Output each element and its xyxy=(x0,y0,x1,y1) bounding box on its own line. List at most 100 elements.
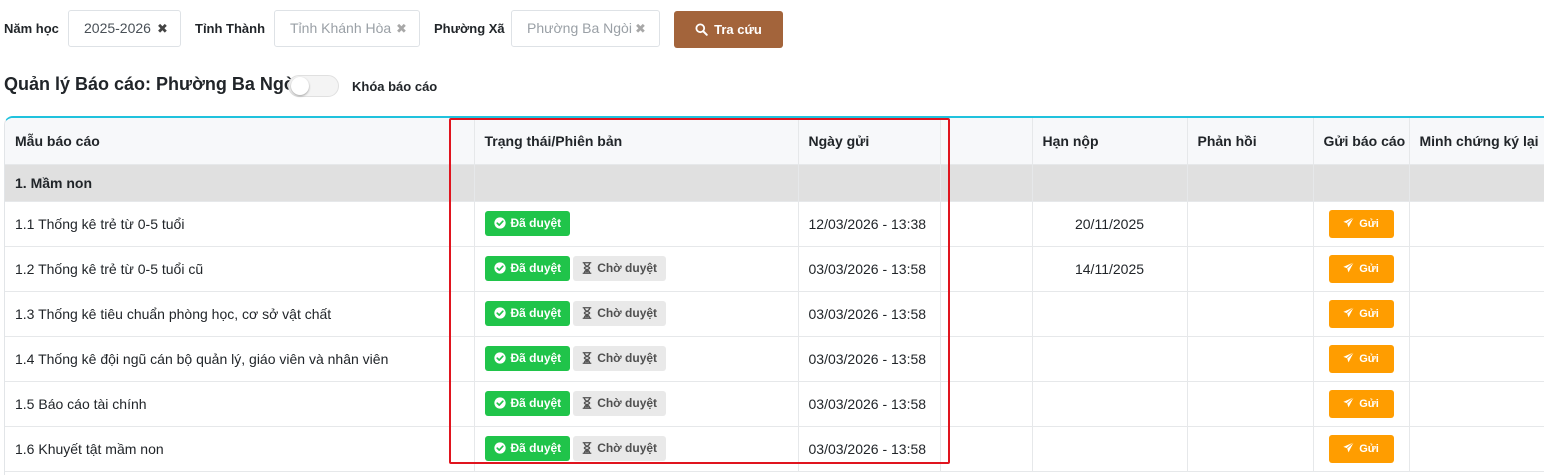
check-circle-icon xyxy=(493,397,506,409)
province-select[interactable]: Tỉnh Khánh Hòa ✖ xyxy=(274,10,420,47)
report-name: 1.4 Thống kê đội ngũ cán bộ quản lý, giá… xyxy=(5,336,475,382)
report-name: 1.1 Thống kê trẻ từ 0-5 tuổi xyxy=(5,201,475,247)
resign-evidence-cell xyxy=(1409,336,1544,382)
sent-date: 03/03/2026 - 13:58 xyxy=(798,291,941,337)
check-circle-icon xyxy=(493,262,506,274)
group-label: 1. Mầm non xyxy=(5,164,475,202)
sent-date: 03/03/2026 - 13:58 xyxy=(798,426,941,472)
column-header-feedback[interactable]: Phản hồi xyxy=(1187,118,1314,165)
send-cell: Gửi xyxy=(1313,426,1410,472)
close-icon[interactable]: ✖ xyxy=(396,11,407,46)
deadline: 20/11/2025 xyxy=(1032,201,1188,247)
column-header-send-report[interactable]: Gửi báo cáo xyxy=(1313,118,1410,165)
send-cell: Gửi xyxy=(1313,201,1410,247)
paper-plane-icon xyxy=(1343,261,1355,272)
table-row[interactable]: 1.6 Khuyết tật mầm non Đã duyệt Chờ duyệ… xyxy=(5,426,1544,472)
deadline xyxy=(1032,291,1188,337)
approved-badge[interactable]: Đã duyệt xyxy=(484,391,571,416)
table-row[interactable]: 1.5 Báo cáo tài chính Đã duyệt Chờ duyệt… xyxy=(5,381,1544,427)
deadline xyxy=(1032,336,1188,382)
pending-badge[interactable]: Chờ duyệt xyxy=(573,391,667,416)
status-cell: Đã duyệt Chờ duyệt xyxy=(474,336,799,382)
status-cell: Đã duyệt Chờ duyệt xyxy=(474,246,799,292)
column-header-status[interactable]: Trạng thái/Phiên bản xyxy=(474,118,799,165)
empty-cell xyxy=(940,426,1033,472)
school-year-select[interactable]: 2025-2026 ✖ xyxy=(68,10,181,47)
pending-badge[interactable]: Chờ duyệt xyxy=(573,436,667,461)
approved-badge[interactable]: Đã duyệt xyxy=(484,301,571,326)
filter-bar: Năm học 2025-2026 ✖ Tỉnh Thành Tỉnh Khán… xyxy=(0,0,1544,60)
table-row[interactable]: 1.3 Thống kê tiêu chuẩn phòng học, cơ sở… xyxy=(5,291,1544,337)
paper-plane-icon xyxy=(1343,396,1355,407)
send-cell: Gửi xyxy=(1313,246,1410,292)
table-row[interactable]: 1.4 Thống kê đội ngũ cán bộ quản lý, giá… xyxy=(5,336,1544,382)
report-table: Mẫu báo cáo Trạng thái/Phiên bản Ngày gử… xyxy=(5,118,1544,472)
feedback-cell xyxy=(1187,426,1314,472)
paper-plane-icon xyxy=(1343,216,1355,227)
province-value: Tỉnh Khánh Hòa xyxy=(290,20,392,36)
ward-label: Phường Xã xyxy=(434,21,505,36)
sent-date: 03/03/2026 - 13:58 xyxy=(798,246,941,292)
check-circle-icon xyxy=(493,217,506,229)
send-cell: Gửi xyxy=(1313,381,1410,427)
paper-plane-icon xyxy=(1343,351,1355,362)
deadline: 14/11/2025 xyxy=(1032,246,1188,292)
pending-badge[interactable]: Chờ duyệt xyxy=(573,346,667,371)
deadline xyxy=(1032,381,1188,427)
resign-evidence-cell xyxy=(1409,246,1544,292)
status-cell: Đã duyệt Chờ duyệt xyxy=(474,291,799,337)
send-button[interactable]: Gửi xyxy=(1328,434,1394,463)
search-button[interactable]: Tra cứu xyxy=(674,11,783,48)
sent-date: 12/03/2026 - 13:38 xyxy=(798,201,941,247)
pending-badge[interactable]: Chờ duyệt xyxy=(573,256,667,281)
approved-badge[interactable]: Đã duyệt xyxy=(484,436,571,461)
status-cell: Đã duyệt xyxy=(474,201,799,247)
pending-badge[interactable]: Chờ duyệt xyxy=(573,301,667,326)
report-name: 1.3 Thống kê tiêu chuẩn phòng học, cơ sở… xyxy=(5,291,475,337)
approved-badge[interactable]: Đã duyệt xyxy=(484,256,571,281)
feedback-cell xyxy=(1187,291,1314,337)
close-icon[interactable]: ✖ xyxy=(635,11,646,46)
hourglass-icon xyxy=(582,397,592,409)
province-label: Tỉnh Thành xyxy=(195,21,266,36)
hourglass-icon xyxy=(582,442,592,454)
report-name: 1.5 Báo cáo tài chính xyxy=(5,381,475,427)
paper-plane-icon xyxy=(1343,441,1355,452)
column-header-template[interactable]: Mẫu báo cáo xyxy=(5,118,475,165)
search-button-label: Tra cứu xyxy=(714,22,762,37)
column-header-resign-evidence[interactable]: Minh chứng ký lại xyxy=(1409,118,1544,165)
lock-report-label: Khóa báo cáo xyxy=(352,79,438,94)
feedback-cell xyxy=(1187,381,1314,427)
column-header-sent-date[interactable]: Ngày gửi xyxy=(798,118,941,165)
deadline xyxy=(1032,426,1188,472)
paper-plane-icon xyxy=(1343,306,1355,317)
send-cell: Gửi xyxy=(1313,336,1410,382)
lock-report-toggle[interactable] xyxy=(288,75,339,97)
school-year-label: Năm học xyxy=(4,21,59,36)
table-header-row: Mẫu báo cáo Trạng thái/Phiên bản Ngày gử… xyxy=(5,118,1544,165)
approved-badge[interactable]: Đã duyệt xyxy=(484,211,571,236)
empty-cell xyxy=(940,291,1033,337)
approved-badge[interactable]: Đã duyệt xyxy=(484,346,571,371)
send-button[interactable]: Gửi xyxy=(1328,344,1394,373)
table-row[interactable]: 1.2 Thống kê trẻ từ 0-5 tuổi cũ Đã duyệt… xyxy=(5,246,1544,292)
empty-cell xyxy=(940,381,1033,427)
table-row[interactable]: 1.1 Thống kê trẻ từ 0-5 tuổi Đã duyệt 12… xyxy=(5,201,1544,247)
send-button[interactable]: Gửi xyxy=(1328,254,1394,283)
toggle-knob xyxy=(291,77,309,95)
send-button[interactable]: Gửi xyxy=(1328,299,1394,328)
send-cell: Gửi xyxy=(1313,291,1410,337)
send-button[interactable]: Gửi xyxy=(1328,389,1394,418)
column-header-empty xyxy=(940,118,1033,165)
check-circle-icon xyxy=(493,307,506,319)
report-name: 1.2 Thống kê trẻ từ 0-5 tuổi cũ xyxy=(5,246,475,292)
column-header-deadline[interactable]: Hạn nộp xyxy=(1032,118,1188,165)
search-icon xyxy=(695,23,708,36)
ward-value: Phường Ba Ngòi xyxy=(527,20,632,36)
report-table-container: Mẫu báo cáo Trạng thái/Phiên bản Ngày gử… xyxy=(4,116,1544,475)
close-icon[interactable]: ✖ xyxy=(157,11,168,46)
school-year-value: 2025-2026 xyxy=(84,20,151,36)
send-button[interactable]: Gửi xyxy=(1328,209,1394,238)
ward-select[interactable]: Phường Ba Ngòi ✖ xyxy=(511,10,660,47)
hourglass-icon xyxy=(582,352,592,364)
